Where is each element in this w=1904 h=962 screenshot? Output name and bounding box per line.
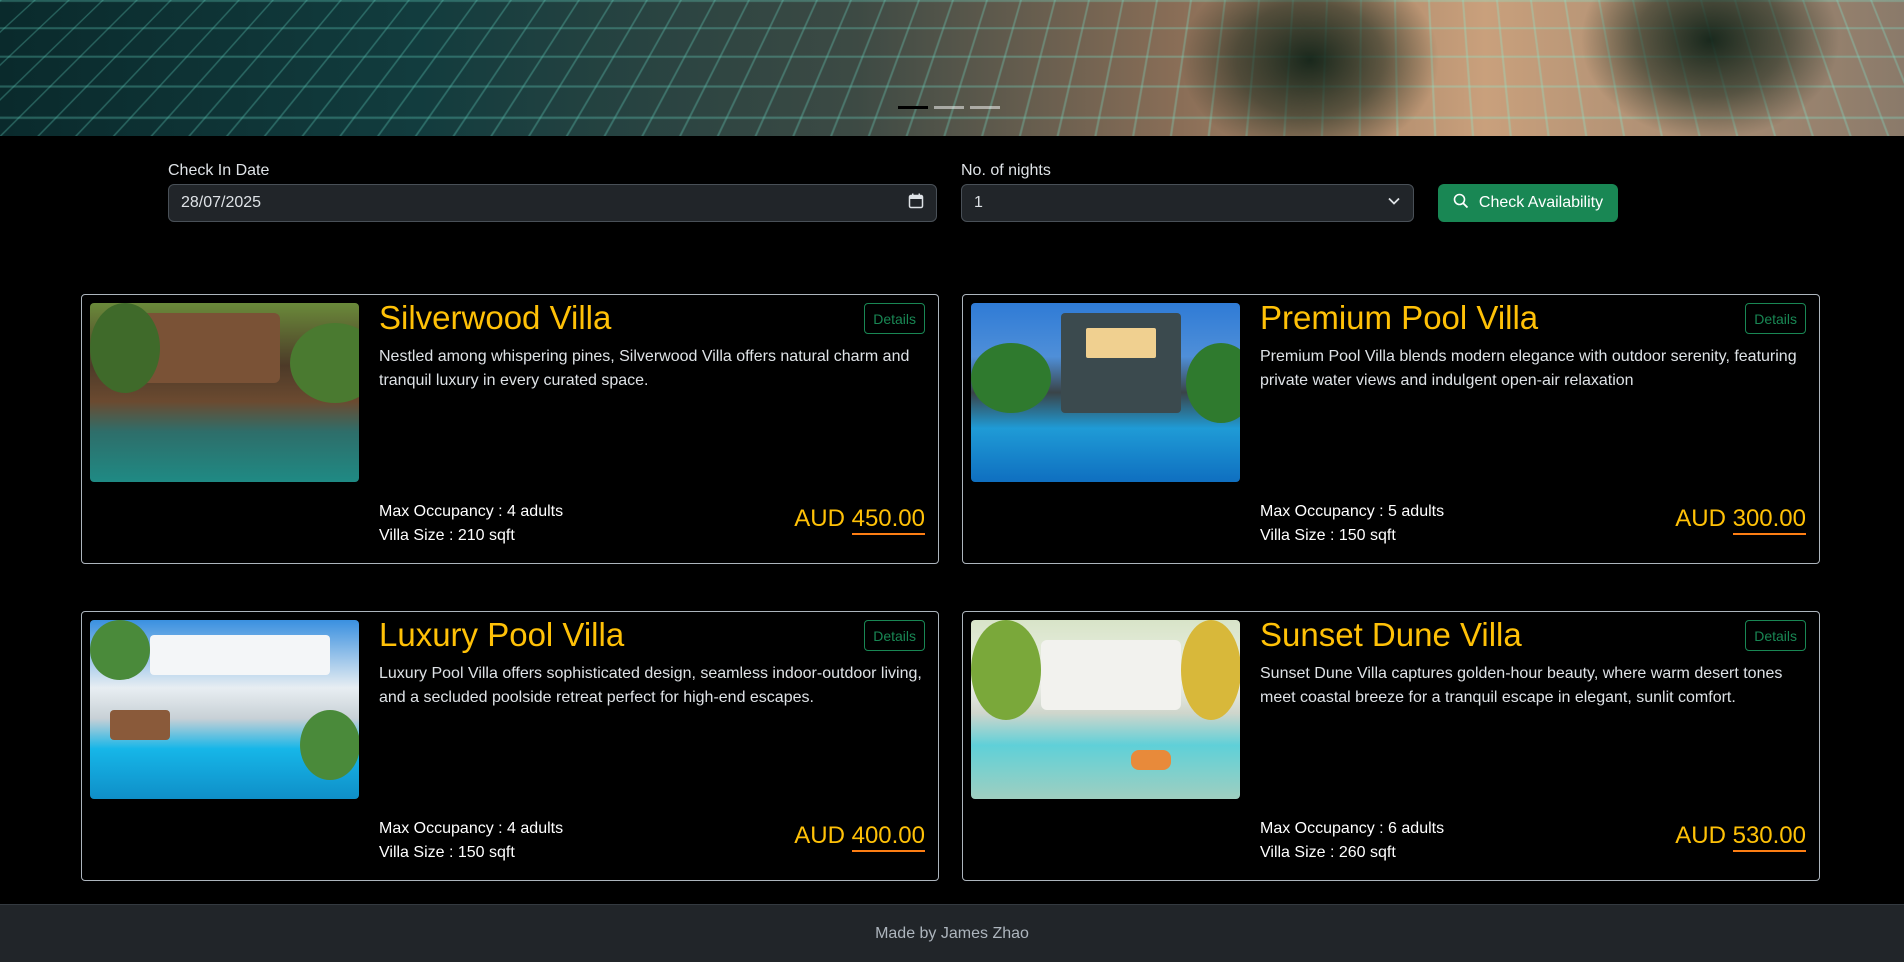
footer-credit: Made by James Zhao <box>875 924 1029 942</box>
villa-price: AUD 530.00 <box>1675 822 1806 852</box>
villa-image <box>971 620 1240 799</box>
villa-title: Luxury Pool Villa <box>379 616 625 653</box>
villa-size: Villa Size : 150 sqft <box>1260 527 1396 544</box>
price-amount: 400.00 <box>851 822 925 852</box>
price-currency: AUD <box>1675 822 1726 849</box>
check-availability-button[interactable]: Check Availability <box>1438 184 1618 222</box>
villa-price: AUD 300.00 <box>1675 505 1806 535</box>
price-currency: AUD <box>794 822 845 849</box>
palm-shadow <box>1180 0 1440 136</box>
checkin-date-value: 28/07/2025 <box>181 194 262 211</box>
villa-occupancy: Max Occupancy : 4 adults <box>379 503 564 520</box>
hero-carousel <box>0 0 1904 136</box>
villa-card: Premium Pool Villa Details Premium Pool … <box>962 294 1820 564</box>
villa-title: Silverwood Villa <box>379 299 612 336</box>
villa-description: Nestled among whispering pines, Silverwo… <box>379 348 910 389</box>
villa-title: Premium Pool Villa <box>1260 299 1539 336</box>
footer: Made by James Zhao <box>0 904 1904 962</box>
checkin-date-input[interactable]: 28/07/2025 <box>168 184 937 222</box>
carousel-indicator-3[interactable] <box>970 106 1000 109</box>
villa-occupancy: Max Occupancy : 5 adults <box>1260 503 1445 520</box>
villa-card: Luxury Pool Villa Details Luxury Pool Vi… <box>81 611 939 881</box>
details-button[interactable]: Details <box>864 303 925 334</box>
carousel-indicator-2[interactable] <box>934 106 964 109</box>
carousel-indicators <box>898 106 1000 109</box>
villa-size: Villa Size : 150 sqft <box>379 844 515 861</box>
price-amount: 300.00 <box>1732 505 1806 535</box>
villa-price: AUD 400.00 <box>794 822 925 852</box>
villa-image <box>90 303 359 482</box>
villa-size: Villa Size : 260 sqft <box>1260 844 1396 861</box>
details-button[interactable]: Details <box>1745 303 1806 334</box>
check-availability-label: Check Availability <box>1478 194 1604 211</box>
price-amount: 450.00 <box>851 505 925 535</box>
search-icon <box>1453 193 1469 214</box>
villa-occupancy: Max Occupancy : 6 adults <box>1260 820 1445 837</box>
villa-title: Sunset Dune Villa <box>1260 616 1522 653</box>
nights-label: No. of nights <box>961 162 1051 179</box>
villa-size: Villa Size : 210 sqft <box>379 527 515 544</box>
details-button[interactable]: Details <box>1745 620 1806 651</box>
checkin-label: Check In Date <box>168 162 270 179</box>
villa-price: AUD 450.00 <box>794 505 925 535</box>
price-amount: 530.00 <box>1732 822 1806 852</box>
nights-value: 1 <box>974 194 983 211</box>
price-currency: AUD <box>1675 505 1726 532</box>
carousel-indicator-1[interactable] <box>898 106 928 109</box>
villa-image <box>90 620 359 799</box>
villa-description: Sunset Dune Villa captures golden-hour b… <box>1260 665 1783 706</box>
villa-description: Luxury Pool Villa offers sophisticated d… <box>379 665 922 706</box>
villa-card: Silverwood Villa Details Nestled among w… <box>81 294 939 564</box>
details-button[interactable]: Details <box>864 620 925 651</box>
villa-description: Premium Pool Villa blends modern eleganc… <box>1260 348 1797 389</box>
villa-occupancy: Max Occupancy : 4 adults <box>379 820 564 837</box>
villa-image <box>971 303 1240 482</box>
nights-select[interactable]: 1 <box>961 184 1414 222</box>
calendar-icon[interactable] <box>908 193 924 214</box>
villa-card: Sunset Dune Villa Details Sunset Dune Vi… <box>962 611 1820 881</box>
price-currency: AUD <box>794 505 845 532</box>
chevron-down-icon <box>1387 194 1401 213</box>
